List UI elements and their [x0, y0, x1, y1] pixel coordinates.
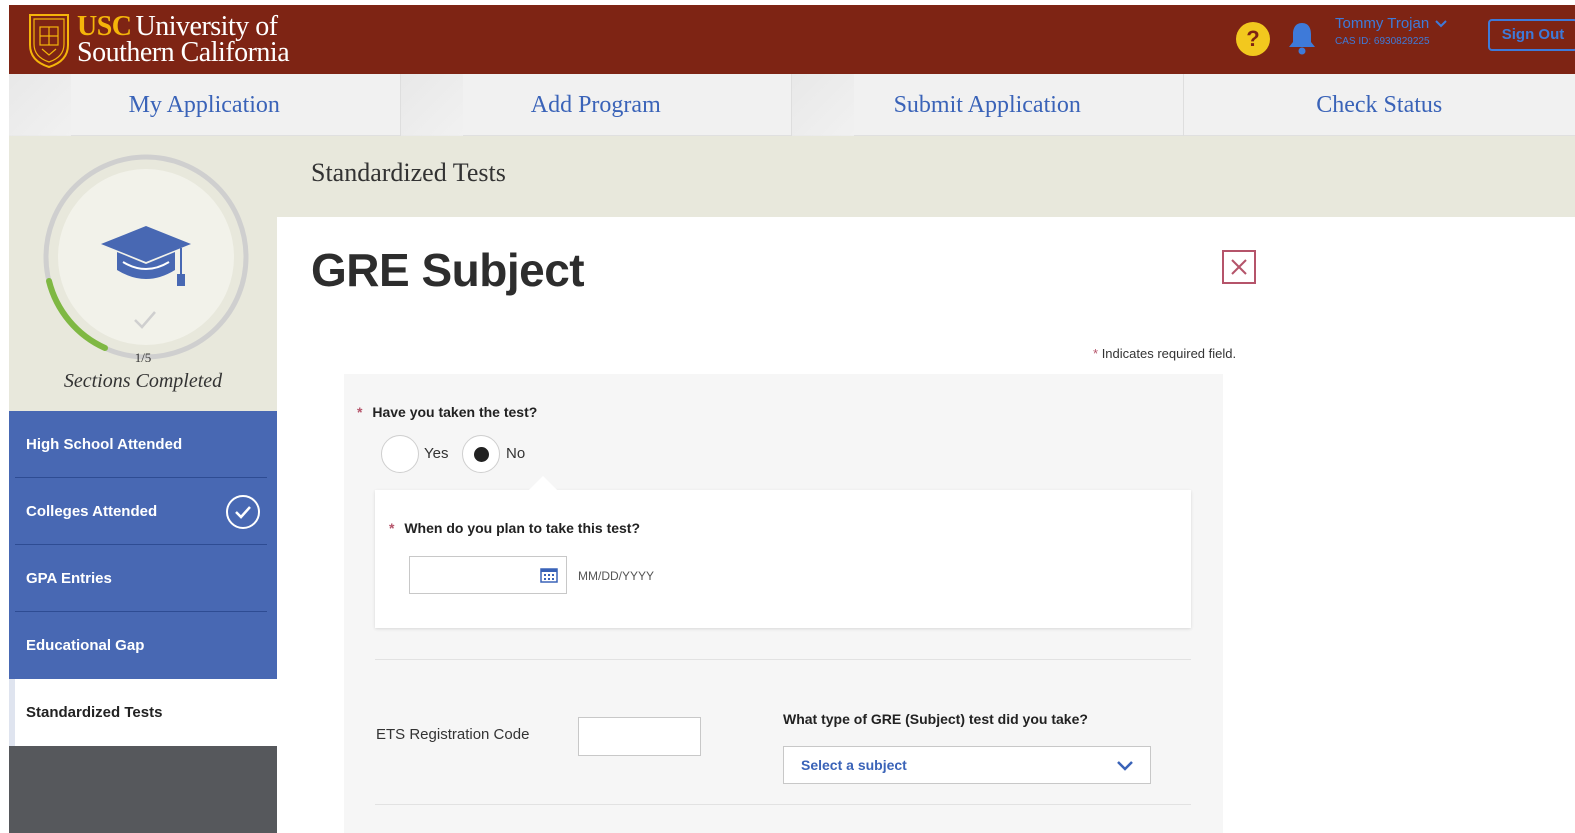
tab-add-program[interactable]: Add Program	[400, 74, 792, 136]
tab-label[interactable]: Add Program	[531, 92, 661, 119]
usc-seal-icon	[29, 14, 69, 69]
logo-southern-california-text: Southern California	[77, 37, 290, 68]
sidebar-item-label[interactable]: Colleges Attended	[26, 503, 157, 520]
tab-label[interactable]: Submit Application	[894, 92, 1081, 119]
close-icon[interactable]	[1224, 252, 1254, 282]
tab-check-status[interactable]: Check Status	[1184, 74, 1575, 136]
radio-yes[interactable]	[381, 435, 419, 473]
card-notch	[528, 475, 558, 505]
required-star: *	[357, 404, 363, 420]
sidebar-item-high-school-attended[interactable]: High School Attended	[9, 411, 277, 478]
question-label: When do you plan to take this test?	[404, 520, 641, 536]
cas-id: CAS ID: 6930829225	[1335, 36, 1430, 47]
tab-background-icon	[9, 74, 71, 136]
calendar-icon[interactable]	[540, 567, 558, 583]
required-field-note: * Indicates required field.	[1093, 346, 1236, 361]
sidebar: High School Attended Colleges Attended G…	[9, 411, 277, 833]
tab-submit-application[interactable]: Submit Application	[792, 74, 1184, 136]
subject-select[interactable]: Select a subject	[783, 746, 1151, 784]
ets-registration-code-label: ETS Registration Code	[376, 726, 530, 743]
question-gre-subject-type: What type of GRE (Subject) test did you …	[783, 711, 1088, 727]
planned-date-input[interactable]	[409, 556, 567, 594]
completed-check-icon	[226, 495, 260, 529]
subject-select-value[interactable]: Select a subject	[801, 757, 907, 773]
ets-registration-code-input[interactable]	[578, 717, 701, 756]
sign-out-button[interactable]: Sign Out	[1488, 19, 1575, 51]
progress-fraction: 1/5	[134, 350, 152, 365]
progress-ring	[43, 154, 249, 360]
question-plan-date: * When do you plan to take this test?	[389, 520, 640, 536]
tab-background-icon	[400, 74, 463, 136]
radio-yes-label[interactable]: Yes	[424, 445, 448, 462]
sidebar-item-educational-gap[interactable]: Educational Gap	[9, 612, 277, 679]
tab-label[interactable]: Check Status	[1316, 92, 1442, 119]
required-star: *	[389, 520, 395, 536]
radio-selected-dot	[474, 447, 489, 462]
top-header: USC University of Southern California ? …	[9, 5, 1575, 74]
tab-background-icon	[792, 74, 854, 136]
sidebar-item-label[interactable]: Standardized Tests	[26, 704, 162, 721]
notification-bell-icon[interactable]	[1287, 20, 1317, 56]
progress-panel: 1/5 Sections Completed	[9, 136, 277, 411]
help-icon[interactable]: ?	[1236, 22, 1270, 56]
planned-test-date-card: * When do you plan to take this test? MM…	[375, 475, 1191, 628]
sections-completed-label: Sections Completed	[63, 370, 223, 392]
sidebar-item-colleges-attended[interactable]: Colleges Attended	[9, 478, 277, 545]
main-nav: My Application Add Program Submit Applic…	[9, 74, 1575, 136]
required-star: *	[1093, 346, 1099, 361]
required-note-text: Indicates required field.	[1101, 346, 1237, 361]
sidebar-item-gpa-entries[interactable]: GPA Entries	[9, 545, 277, 612]
divider	[375, 804, 1191, 805]
question-taken-test: * Have you taken the test?	[357, 404, 537, 420]
usc-logo[interactable]: USC University of Southern California	[26, 11, 290, 69]
section-title: Standardized Tests	[311, 158, 506, 187]
tab-my-application[interactable]: My Application	[9, 74, 401, 136]
user-name[interactable]: Tommy Trojan	[1335, 15, 1429, 32]
sidebar-item-label[interactable]: High School Attended	[26, 436, 182, 453]
radio-no[interactable]	[462, 435, 500, 473]
sidebar-item-label[interactable]: Educational Gap	[26, 637, 144, 654]
user-menu[interactable]: Tommy Trojan CAS ID: 6930829225	[1335, 15, 1447, 47]
chevron-down-icon[interactable]	[1435, 19, 1447, 29]
date-format-hint: MM/DD/YYYY	[578, 569, 655, 583]
sidebar-item-standardized-tests[interactable]: Standardized Tests	[9, 679, 277, 746]
gre-subject-form: * Have you taken the test? Yes No * When…	[344, 374, 1223, 833]
page-title: GRE Subject	[311, 244, 585, 296]
close-button[interactable]	[1222, 250, 1256, 284]
divider	[375, 659, 1191, 660]
sidebar-item-label[interactable]: GPA Entries	[26, 570, 112, 587]
question-label: Have you taken the test?	[372, 404, 538, 420]
radio-no-label[interactable]: No	[506, 445, 525, 462]
tab-label[interactable]: My Application	[129, 92, 280, 119]
chevron-down-icon[interactable]	[1116, 759, 1134, 773]
